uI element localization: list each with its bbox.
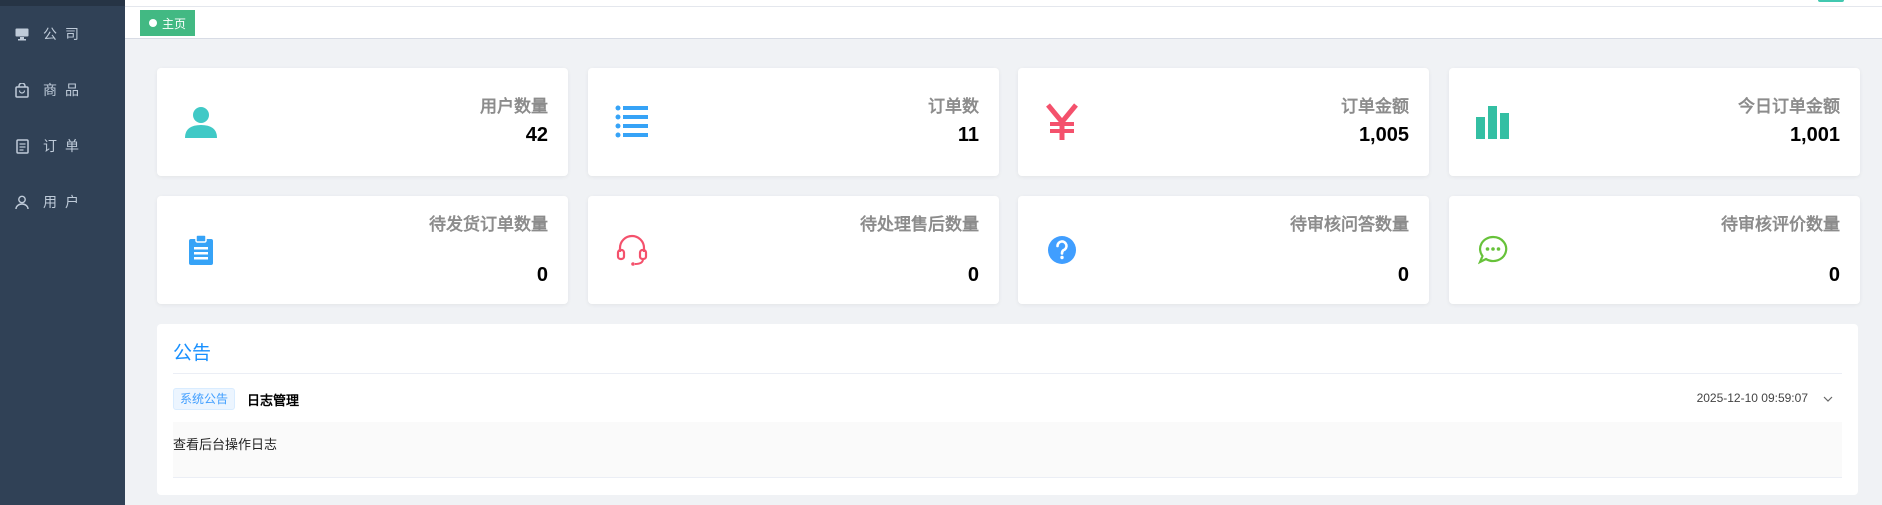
monitor-icon: [14, 26, 30, 42]
active-dot-icon: [149, 19, 157, 27]
stat-value: 0: [1828, 264, 1840, 286]
sidebar-item-users[interactable]: 用户: [0, 182, 125, 222]
stat-label: 订单数: [928, 97, 979, 117]
stat-label: 用户数量: [480, 97, 548, 117]
tags-bar-divider: [125, 6, 1882, 7]
notice-type-badge: 系统公告: [173, 388, 236, 410]
document-icon: [14, 138, 30, 154]
stat-card-pending-reviews[interactable]: 待审核评价数量 0: [1449, 196, 1860, 304]
stat-card-order-amount[interactable]: 订单金额 1,005: [1018, 68, 1429, 176]
sidebar-item-label: 订单: [43, 139, 87, 155]
sidebar-item-label: 商品: [43, 83, 87, 99]
sidebar-item-orders[interactable]: 订单: [0, 126, 125, 166]
question-icon: [1040, 228, 1084, 272]
headset-icon: [610, 228, 654, 272]
sidebar-item-label: 公司: [43, 27, 87, 43]
stat-card-today-amount[interactable]: 今日订单金额 1,001: [1449, 68, 1860, 176]
stat-value: 1,005: [1358, 124, 1409, 146]
notice-item-time: 2025-12-10 09:59:07: [1696, 391, 1808, 405]
stat-card-pending-shipment[interactable]: 待发货订单数量 0: [157, 196, 568, 304]
sidebar-item-products[interactable]: 商品: [0, 70, 125, 110]
stat-label: 今日订单金额: [1738, 97, 1840, 117]
list-icon: [610, 100, 654, 144]
sidebar-item-company[interactable]: 公司: [0, 14, 125, 54]
chevron-down-icon[interactable]: [1820, 391, 1836, 407]
stat-value: 0: [967, 264, 979, 286]
shopping-bag-icon: [14, 82, 30, 98]
stat-value: 1,001: [1789, 124, 1840, 146]
sidebar-top-strip: [0, 0, 125, 6]
stat-value: 0: [1397, 264, 1409, 286]
stat-value: 11: [957, 124, 979, 146]
stat-value: 0: [536, 264, 548, 286]
stat-card-pending-qa[interactable]: 待审核问答数量 0: [1018, 196, 1429, 304]
tag-home[interactable]: 主页: [140, 10, 196, 36]
user-icon: [179, 100, 223, 144]
stat-value: 42: [525, 124, 548, 146]
sidebar-item-label: 用户: [43, 195, 87, 211]
stat-card-pending-aftersale[interactable]: 待处理售后数量 0: [588, 196, 999, 304]
user-icon: [14, 194, 30, 210]
stat-label: 待处理售后数量: [860, 215, 979, 235]
stat-label: 待审核问答数量: [1290, 215, 1409, 235]
tag-home-label: 主页: [162, 16, 187, 31]
notice-title: 公告: [173, 342, 212, 364]
clipboard-icon: [179, 228, 223, 272]
corner-button[interactable]: [1818, 0, 1844, 2]
stat-card-users[interactable]: 用户数量 42: [157, 68, 568, 176]
chat-icon: [1471, 228, 1515, 272]
bar-chart-icon: [1471, 100, 1515, 144]
notice-item-body: 查看后台操作日志: [173, 422, 1842, 478]
notice-item-title: 日志管理: [247, 394, 300, 409]
stat-label: 订单金额: [1341, 97, 1409, 117]
yen-icon: [1040, 100, 1084, 144]
notice-item-content: 查看后台操作日志: [173, 438, 278, 453]
tags-view-bar: 主页: [125, 0, 1882, 39]
sidebar: 公司 商品 订单 用户: [0, 0, 125, 505]
stat-label: 待审核评价数量: [1721, 215, 1840, 235]
notice-divider: [173, 373, 1842, 374]
stat-label: 待发货订单数量: [429, 215, 548, 235]
stat-card-orders[interactable]: 订单数 11: [588, 68, 999, 176]
notice-item-header[interactable]: 系统公告 日志管理 2025-12-10 09:59:07: [173, 385, 1842, 415]
notice-panel: 公告 系统公告 日志管理 2025-12-10 09:59:07 查看后台操作日…: [157, 324, 1858, 495]
